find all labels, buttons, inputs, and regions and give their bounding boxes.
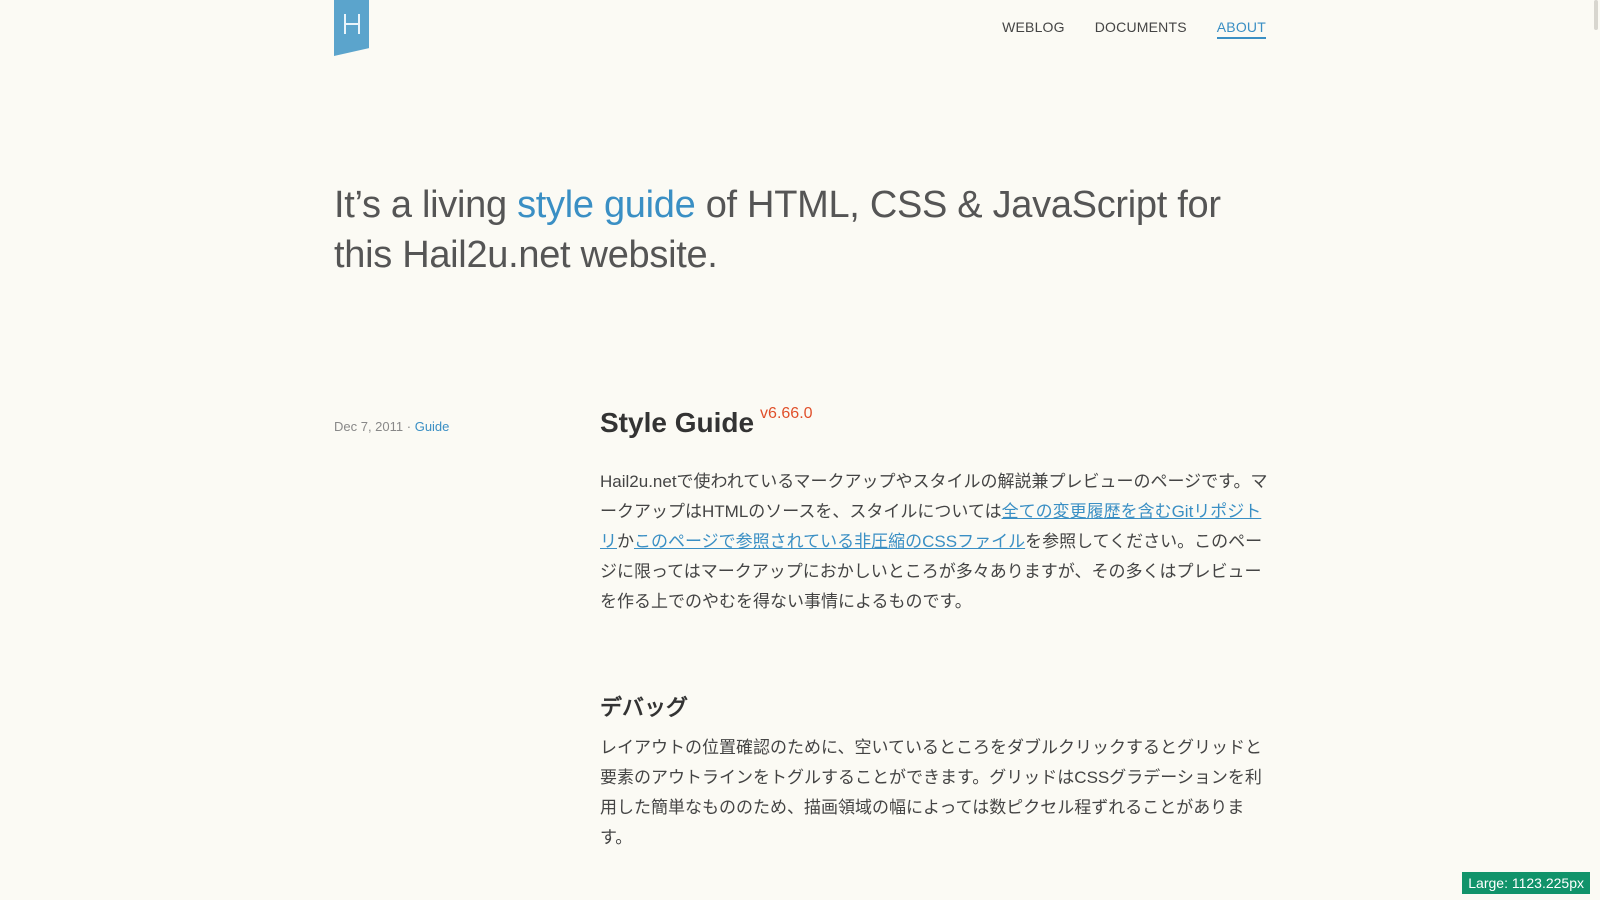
article-title: Style Guide — [600, 407, 755, 438]
hero-tagline: It’s a living style guide of HTML, CSS &… — [334, 180, 1234, 280]
intro-paragraph: Hail2u.netで使われているマークアップやスタイルの解説兼プレビューのペー… — [600, 467, 1268, 617]
post-meta: Dec 7, 2011 · Guide — [334, 419, 449, 434]
debug-paragraph: レイアウトの位置確認のために、空いているところをダブルクリックするとグリッドと要… — [600, 738, 1262, 847]
nav-documents[interactable]: DOCUMENTS — [1095, 19, 1187, 39]
site-logo[interactable] — [334, 0, 369, 56]
css-file-link[interactable]: このページで参照されている非圧縮のCSSファイル — [634, 532, 1025, 551]
main-nav: WEBLOG DOCUMENTS ABOUT — [1002, 19, 1266, 39]
hero-style-guide-link[interactable]: style guide — [517, 184, 696, 226]
scrollbar-thumb[interactable] — [1594, 0, 1598, 30]
category-link[interactable]: Guide — [415, 419, 450, 434]
post-date: Dec 7, 2011 — [334, 419, 404, 434]
h-logo-icon — [343, 14, 360, 34]
viewport-size-badge: Large: 1123.225px — [1462, 872, 1590, 894]
nav-weblog[interactable]: WEBLOG — [1002, 19, 1065, 39]
scrollbar[interactable] — [1592, 0, 1600, 900]
meta-separator: · — [403, 419, 415, 434]
article: Style Guide v6.66.0 Hail2u.netで使われているマーク… — [600, 405, 1268, 870]
intro-text-2: か — [617, 532, 634, 551]
version-label: v6.66.0 — [760, 405, 813, 422]
debug-heading: デバッグ — [600, 695, 689, 720]
page: WEBLOG DOCUMENTS ABOUT It’s a living sty… — [0, 0, 1600, 900]
hero-text-1: It’s a living — [334, 184, 518, 226]
nav-about[interactable]: ABOUT — [1216, 19, 1266, 39]
title-row: Style Guide v6.66.0 — [600, 405, 1268, 441]
